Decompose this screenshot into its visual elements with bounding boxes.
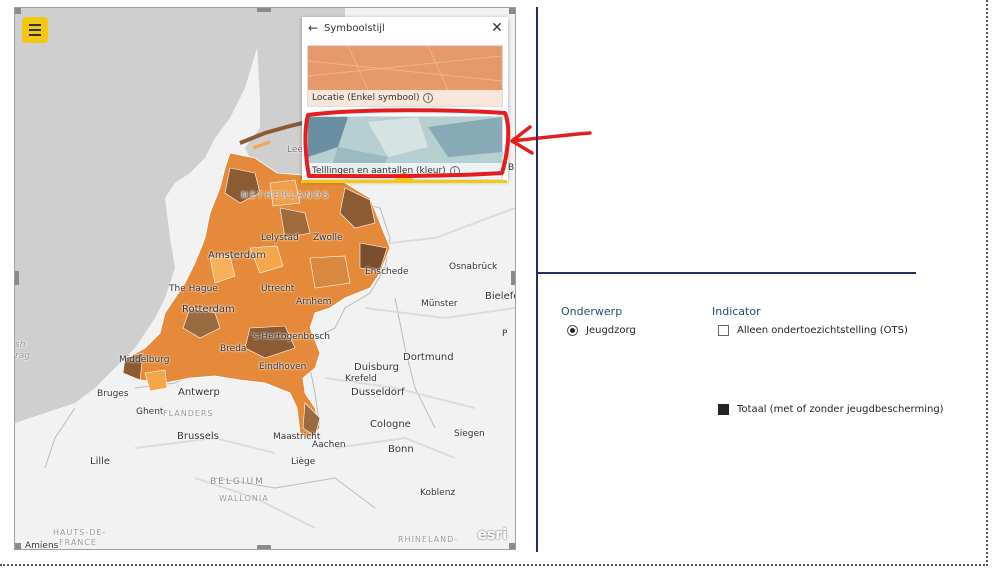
close-icon[interactable]: ✕ bbox=[486, 20, 508, 36]
map-label-amiens: Amiens bbox=[25, 541, 59, 550]
map-label-liege: Liège bbox=[291, 457, 316, 467]
map-label-frag: rag bbox=[15, 351, 30, 361]
arrow-left-icon[interactable]: ← bbox=[302, 21, 324, 35]
map-label-zwolle: Zwolle bbox=[313, 233, 343, 243]
map-label-cologne: Cologne bbox=[370, 419, 411, 430]
esri-logo: esri bbox=[477, 527, 507, 543]
slicer-option-totaal[interactable]: Totaal (met of zonder jeugdbescherming) bbox=[718, 404, 944, 415]
horizontal-divider bbox=[538, 272, 916, 274]
style-option-colour[interactable]: Telllingen en aantallen (kleur) i bbox=[307, 116, 503, 180]
canvas-border-bottom bbox=[0, 564, 988, 566]
region-mid-1 bbox=[309, 255, 351, 289]
panel-title: Symboolstijl bbox=[324, 22, 385, 34]
resize-handle-bottom-left[interactable] bbox=[15, 543, 21, 549]
slicer-option-label: Jeugdzorg bbox=[586, 325, 636, 336]
map-label-bielefeld: Bielefe bbox=[485, 291, 516, 302]
map-label-dusseldorf: Dusseldorf bbox=[351, 387, 405, 398]
chevron-up-icon[interactable]: ˄ bbox=[395, 173, 413, 181]
map-label-b: B bbox=[508, 163, 515, 173]
map-label-munster: Münster bbox=[421, 299, 458, 309]
canvas-border-right bbox=[986, 0, 988, 566]
radio-icon[interactable] bbox=[567, 325, 578, 336]
resize-handle-left[interactable] bbox=[15, 271, 19, 285]
vertical-divider bbox=[536, 7, 538, 552]
map-label-sh: sh bbox=[15, 340, 26, 350]
map-label-lelystad: Lelystad bbox=[261, 233, 299, 243]
slicer-option-ots[interactable]: Alleen ondertoezichtstelling (OTS) bbox=[718, 325, 908, 336]
map-label-bruges: Bruges bbox=[97, 389, 129, 399]
slicer-title-onderwerp: Onderwerp bbox=[561, 305, 623, 318]
resize-handle-right[interactable] bbox=[511, 271, 515, 285]
map-label-bonn: Bonn bbox=[388, 444, 414, 455]
hamburger-menu-icon[interactable] bbox=[22, 17, 48, 43]
map-label-flanders: FLANDERS bbox=[163, 409, 214, 418]
map-label-ghent: Ghent bbox=[136, 407, 164, 417]
location-preview bbox=[308, 46, 502, 90]
map-label-p: P bbox=[502, 329, 508, 339]
map-label-krefeld: Krefeld bbox=[345, 374, 377, 384]
map-label-belgium: BELGIUM bbox=[210, 477, 265, 487]
style-option-colour-text: Telllingen en aantallen (kleur) bbox=[312, 166, 446, 176]
resize-handle-top-right[interactable] bbox=[509, 8, 515, 14]
style-option-location-label: Locatie (Enkel symbool) i bbox=[308, 90, 502, 106]
map-label-s-hertogenbosch: 's-Hertogenbosch bbox=[251, 332, 330, 342]
map-label-lille: Lille bbox=[90, 456, 111, 467]
resize-handle-bottom-right[interactable] bbox=[509, 543, 515, 549]
resize-handle-top[interactable] bbox=[257, 8, 271, 12]
panel-header: ← Symboolstijl ✕ bbox=[302, 17, 508, 39]
map-label-hauts-de-france: HAUTS-DE- bbox=[53, 528, 107, 537]
map-label-duisburg: Duisburg bbox=[354, 362, 399, 373]
checkbox-icon[interactable] bbox=[718, 325, 729, 336]
map-label-siegen: Siegen bbox=[454, 429, 485, 439]
map-label-enschede: Enschede bbox=[365, 267, 409, 277]
symbol-style-panel: ← Symboolstijl ✕ Locatie (Enkel symbool)… bbox=[302, 17, 508, 181]
map-label-france: FRANCE bbox=[59, 538, 97, 547]
slicer-option-label: Totaal (met of zonder jeugdbescherming) bbox=[737, 404, 944, 415]
slicer-title-indicator: Indicator bbox=[712, 305, 761, 318]
map-label-the-hague: The Hague bbox=[169, 284, 218, 294]
map-label-aachen: Aachen bbox=[312, 440, 346, 450]
map-label-wallonia: WALLONIA bbox=[219, 494, 269, 503]
slicer-option-jeugdzorg[interactable]: Jeugdzorg bbox=[567, 325, 636, 336]
map-label-osnabruck: Osnabrück bbox=[449, 262, 498, 272]
map-label-middelburg: Middelburg bbox=[119, 355, 170, 365]
resize-handle-top-left[interactable] bbox=[15, 8, 21, 14]
map-label-eindhoven: Eindhoven bbox=[259, 362, 307, 372]
map-label-antwerp: Antwerp bbox=[178, 387, 220, 398]
slicer-option-label: Alleen ondertoezichtstelling (OTS) bbox=[737, 325, 908, 336]
map-visual[interactable]: NETHERLANDS Lelystad Zwolle Amsterdam Th… bbox=[14, 7, 516, 550]
map-label-rhineland: RHINELAND- bbox=[398, 535, 459, 544]
style-option-location-text: Locatie (Enkel symbool) bbox=[312, 93, 420, 103]
map-label-amsterdam: Amsterdam bbox=[208, 250, 267, 261]
resize-handle-bottom[interactable] bbox=[257, 545, 271, 549]
map-label-utrecht: Utrecht bbox=[261, 284, 295, 294]
info-icon[interactable]: i bbox=[449, 165, 460, 176]
map-label-dortmund: Dortmund bbox=[403, 352, 454, 363]
annotation-arrow bbox=[510, 125, 592, 155]
map-label-rotterdam: Rotterdam bbox=[182, 304, 235, 315]
style-option-location[interactable]: Locatie (Enkel symbool) i bbox=[307, 45, 503, 107]
map-label-koblenz: Koblenz bbox=[420, 488, 456, 498]
map-label-netherlands: NETHERLANDS bbox=[241, 191, 331, 201]
map-label-arnhem: Arnhem bbox=[296, 297, 332, 307]
info-icon[interactable]: i bbox=[423, 92, 434, 103]
map-label-breda: Breda bbox=[220, 344, 247, 354]
checkbox-checked-icon[interactable] bbox=[718, 404, 729, 415]
map-label-brussels: Brussels bbox=[177, 431, 219, 442]
